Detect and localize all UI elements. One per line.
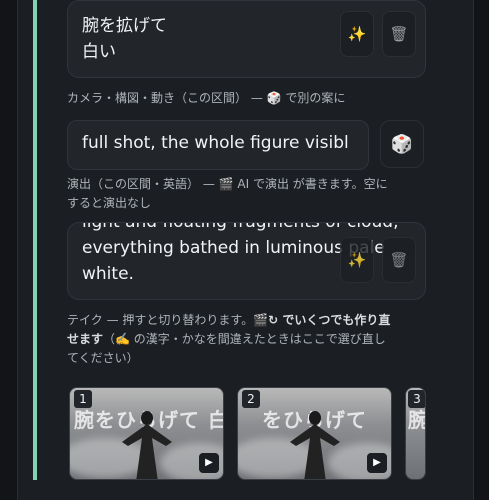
- take-thumb-overlay-text: 腕: [408, 404, 425, 433]
- take-number: 2: [242, 390, 260, 408]
- pose-card: 腕を拡げて 白い ✨ 🗑: [67, 0, 426, 78]
- take-thumb-3[interactable]: 腕 3: [405, 387, 426, 480]
- trash-icon: 🗑: [389, 251, 409, 269]
- sparkle-icon: ✨: [347, 251, 367, 269]
- pose-line-1: 腕を拡げて: [82, 16, 167, 36]
- camera-caption: カメラ・構図・動き（この区間） — 🎲 で別の案に: [67, 91, 346, 105]
- trash-icon: 🗑: [389, 25, 409, 43]
- dancer-figure: [289, 411, 340, 479]
- pose-line-2: 白い: [82, 42, 116, 62]
- direction-textarea[interactable]: light and floating fragments of cloud, e…: [67, 222, 426, 300]
- sparkle-icon: ✨: [347, 25, 367, 43]
- take-number: 3: [408, 390, 425, 408]
- sparkle-button[interactable]: ✨: [340, 11, 374, 57]
- take-caption: テイク — 押すと切り替わります。🎬↻ でいくつでも作り直 せます（✍️ の漢字…: [67, 313, 391, 365]
- take-number: 1: [74, 390, 92, 408]
- delete-button-2[interactable]: 🗑: [382, 237, 416, 283]
- delete-button[interactable]: 🗑: [382, 11, 416, 57]
- direction-text-line-0: light and floating fragments of cloud,: [82, 222, 399, 232]
- play-icon[interactable]: ▶: [199, 453, 219, 473]
- camera-input[interactable]: full shot, the whole figure visibl: [67, 120, 369, 170]
- sparkle-button-2[interactable]: ✨: [340, 237, 374, 283]
- dice-icon: 🎲: [390, 133, 414, 155]
- dancer-figure: [121, 411, 172, 479]
- camera-input-value: full shot, the whole figure visibl: [82, 133, 349, 153]
- direction-caption: 演出（この区間・英語） — 🎬 AI で演出 が書きます。空に すると演出なし: [67, 177, 388, 210]
- play-icon[interactable]: ▶: [367, 453, 387, 473]
- take-thumb-2[interactable]: をひらげて 2 ▶: [237, 387, 392, 480]
- dice-button[interactable]: 🎲: [380, 120, 424, 168]
- section-accent-bar: [33, 0, 37, 480]
- take-thumb-1[interactable]: 腕をひらげて 白い 1 ▶: [69, 387, 224, 480]
